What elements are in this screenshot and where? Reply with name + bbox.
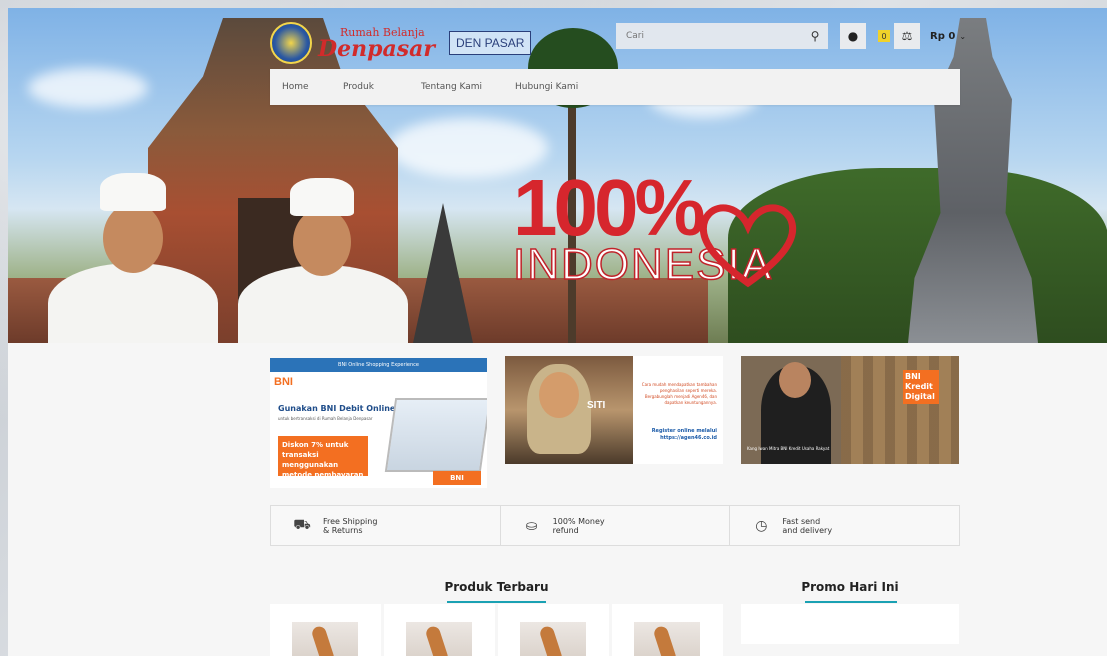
main-nav: Home Produk Tentang Kami Hubungi Kami: [270, 69, 960, 105]
nav-item-tentang-kami[interactable]: Tentang Kami: [421, 82, 482, 92]
feature-free-shipping: ⛟ Free Shipping & Returns: [271, 506, 501, 545]
kredit-person-face: [779, 362, 811, 398]
city-emblem-icon: [270, 22, 312, 64]
hero-100-percent: 100%: [513, 163, 706, 252]
bni-title: Gunakan BNI Debit Online: [278, 404, 396, 413]
truck-icon: ⛟: [293, 516, 311, 533]
basket-icon: ⚖: [901, 29, 913, 43]
search-icon: ⚲: [810, 29, 820, 43]
promo-siti-agen46[interactable]: SITI Cara mudah mendapatkan tambahan pen…: [505, 356, 723, 464]
laptop-image: [384, 398, 487, 472]
nav-item-produk[interactable]: Produk: [343, 82, 374, 92]
hero-slogan: 100% INDONESIA: [512, 163, 813, 298]
section-title-latest: Produk Terbaru: [444, 580, 549, 594]
search-input[interactable]: [616, 23, 802, 49]
product-card[interactable]: [384, 604, 495, 656]
siti-photo: [505, 356, 633, 464]
bni-subtitle: untuk bertransaksi di Rumah Belanja Denp…: [278, 416, 373, 421]
money-hand-icon: ⛀: [525, 517, 538, 534]
heart-icon: [699, 204, 797, 288]
feature-fast-delivery: ◷ Fast send and delivery: [730, 506, 959, 545]
kredit-caption: Kang Iwan Mitra BNI Kredit Usaha Rakyat: [747, 446, 830, 451]
siti-label: SITI: [587, 400, 606, 411]
account-button[interactable]: ●: [840, 23, 866, 49]
chevron-down-icon[interactable]: ⌄: [959, 32, 966, 41]
bni-top-bar: BNI Online Shopping Experience: [270, 358, 487, 372]
denpasar-brand-logo: DEN PASAR: [448, 31, 532, 55]
section-title-promo: Promo Hari Ini: [801, 580, 899, 594]
cart-button[interactable]: ⚖: [894, 23, 920, 49]
logo-title: Denpasar: [318, 35, 435, 62]
site-logo[interactable]: Rumah Belanja Denpasar DEN PASAR: [270, 22, 532, 64]
feature-money-refund: ⛀ 100% Money refund: [501, 506, 731, 545]
feature-text: Free Shipping & Returns: [323, 516, 378, 535]
bni-logo: BNI: [274, 376, 293, 388]
product-image: [634, 622, 700, 656]
feature-strip: ⛟ Free Shipping & Returns ⛀ 100% Money r…: [270, 505, 960, 546]
section-underline: [447, 601, 546, 603]
page: 100% INDONESIA Rumah Belanja Denpasar DE…: [8, 8, 1107, 656]
product-image: [520, 622, 586, 656]
nav-item-hubungi-kami[interactable]: Hubungi Kami: [515, 82, 578, 92]
cloud: [28, 68, 148, 108]
cart-total[interactable]: Rp 0: [930, 31, 955, 42]
product-card[interactable]: [270, 604, 381, 656]
promo-today-card[interactable]: [741, 604, 959, 644]
pagoda: [413, 203, 473, 343]
craft-shelf-image: [841, 356, 959, 464]
feature-text: Fast send and delivery: [782, 516, 833, 535]
promo-bni-kredit-digital[interactable]: BNI Kredit Digital Kang Iwan Mitra BNI K…: [741, 356, 959, 464]
cart[interactable]: 0 ⚖ Rp 0 ⌄: [878, 23, 966, 49]
section-underline: [805, 601, 897, 603]
feature-text: 100% Money refund: [552, 516, 605, 535]
person-right: [238, 178, 408, 343]
promo-bni-debit[interactable]: BNI Online Shopping Experience BNI Gunak…: [270, 358, 487, 488]
nav-item-home[interactable]: Home: [282, 82, 309, 92]
product-card[interactable]: [498, 604, 609, 656]
product-image: [292, 622, 358, 656]
search-button[interactable]: ⚲: [802, 23, 828, 49]
person-left: [48, 173, 218, 343]
product-card[interactable]: [612, 604, 723, 656]
cart-count-badge: 0: [878, 30, 890, 42]
logo-text: Rumah Belanja Denpasar: [318, 27, 435, 60]
bni-discount: Diskon 7% untuk transaksi menggunakan me…: [278, 436, 368, 488]
user-icon: ●: [847, 29, 859, 43]
kredit-badge: BNI Kredit Digital: [903, 370, 939, 404]
product-image: [406, 622, 472, 656]
search-bar: ⚲: [616, 23, 828, 49]
hero-banner: 100% INDONESIA: [8, 8, 1107, 343]
siti-text: Cara mudah mendapatkan tambahan penghasi…: [641, 382, 717, 405]
clock-bag-icon: ◷: [755, 517, 768, 534]
siti-register-link: Register online melalui https://agen46.c…: [651, 428, 717, 441]
bni-badge: BNI: [433, 471, 481, 485]
